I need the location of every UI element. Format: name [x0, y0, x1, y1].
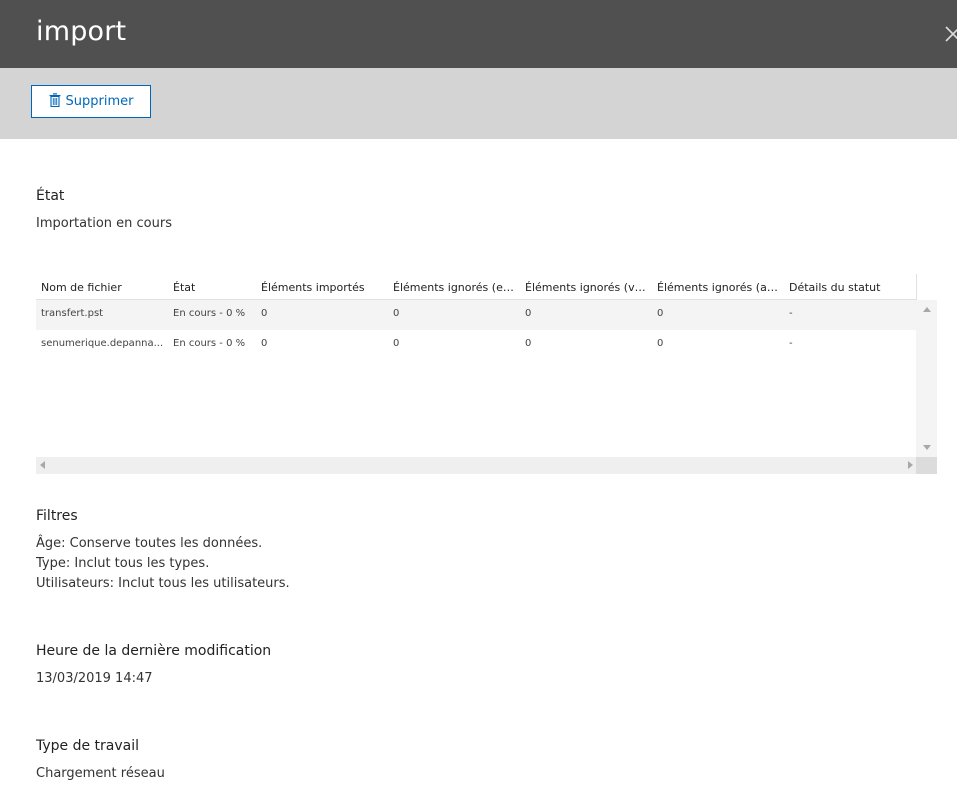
column-header-file-name[interactable]: Nom de fichier [41, 281, 166, 294]
column-header-status-details[interactable]: Détails du statut [789, 281, 914, 294]
cell-file-name: senumerique.depanna... [41, 338, 164, 349]
close-icon [945, 26, 957, 42]
table-header-end [916, 274, 937, 300]
job-type-value: Chargement réseau [36, 766, 165, 781]
last-modified-heading: Heure de la dernière modification [36, 643, 272, 659]
filter-type: Type: Inclut tous les types. [36, 556, 210, 571]
cell-imported: 0 [261, 338, 268, 349]
import-files-table: Nom de fichier État Éléments importés Él… [36, 274, 937, 474]
cell-status-details: - [789, 308, 793, 319]
filter-users: Utilisateurs: Inclut tous les utilisateu… [36, 576, 290, 591]
column-header-ignored-2[interactable]: Éléments ignorés (volu... [525, 281, 650, 294]
filter-age: Âge: Conserve toutes les données. [36, 536, 263, 551]
cell-ignored-1: 0 [393, 338, 400, 349]
panel-header: import [0, 0, 957, 68]
status-value: Importation en cours [36, 216, 172, 231]
cell-file-name: transfert.pst [41, 308, 104, 319]
last-modified-value: 13/03/2019 14:47 [36, 671, 153, 686]
panel-title: import [36, 16, 127, 47]
column-header-ignored-3[interactable]: Éléments ignorés (autr... [657, 281, 782, 294]
vertical-scrollbar[interactable] [916, 300, 937, 457]
column-header-state[interactable]: État [173, 281, 253, 294]
scroll-right-arrow-icon[interactable] [908, 461, 913, 469]
job-type-heading: Type de travail [36, 738, 140, 754]
cell-ignored-2: 0 [525, 308, 532, 319]
cell-ignored-1: 0 [393, 308, 400, 319]
filters-heading: Filtres [36, 508, 78, 524]
table-row[interactable]: transfert.pst En cours - 0 % 0 0 0 0 - [36, 300, 916, 330]
delete-button[interactable]: Supprimer [31, 85, 151, 118]
toolbar: Supprimer [0, 68, 957, 139]
cell-ignored-2: 0 [525, 338, 532, 349]
close-button[interactable] [940, 18, 957, 48]
scroll-down-arrow-icon[interactable] [923, 445, 931, 450]
table-header: Nom de fichier État Éléments importés Él… [36, 274, 916, 300]
cell-state: En cours - 0 % [173, 308, 246, 319]
table-row[interactable]: senumerique.depanna... En cours - 0 % 0 … [36, 330, 916, 360]
cell-status-details: - [789, 338, 793, 349]
scroll-left-arrow-icon[interactable] [40, 461, 45, 469]
scrollbar-corner [916, 457, 937, 474]
horizontal-scrollbar[interactable] [36, 457, 916, 474]
column-header-imported[interactable]: Éléments importés [261, 281, 386, 294]
filters-list: Âge: Conserve toutes les données. Type: … [36, 534, 290, 594]
scroll-up-arrow-icon[interactable] [923, 307, 931, 312]
cell-state: En cours - 0 % [173, 338, 246, 349]
cell-ignored-3: 0 [657, 308, 664, 319]
cell-ignored-3: 0 [657, 338, 664, 349]
cell-imported: 0 [261, 308, 268, 319]
trash-icon [49, 92, 61, 107]
delete-button-label: Supprimer [65, 94, 134, 109]
column-header-ignored-1[interactable]: Éléments ignorés (end... [393, 281, 518, 294]
status-heading: État [36, 188, 65, 204]
